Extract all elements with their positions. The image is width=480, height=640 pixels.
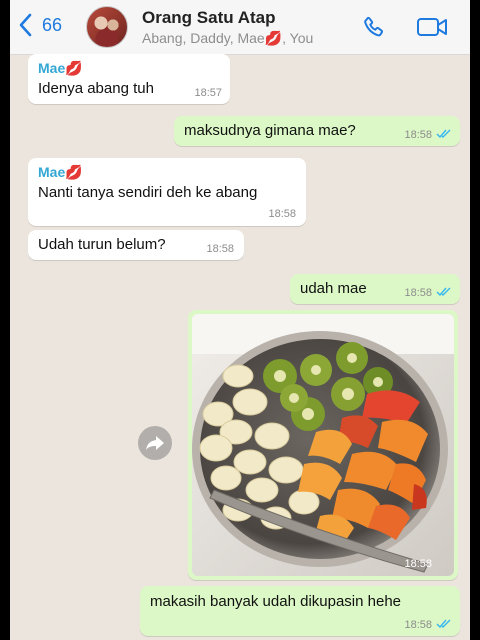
message-bubble[interactable]: Udah turun belum? 18:58 (28, 230, 244, 260)
message-bubble[interactable]: maksudnya gimana mae? 18:58 (174, 116, 460, 146)
chat-header: 66 Orang Satu Atap Abang, Daddy, Mae💋, Y… (10, 0, 470, 55)
chat-participants[interactable]: Abang, Daddy, Mae💋, You (142, 30, 313, 47)
message-bubble[interactable]: Mae💋 Nanti tanya sendiri deh ke abang 18… (28, 158, 306, 226)
message-time: 18:58 (404, 287, 432, 299)
message-text: Nanti tanya sendiri deh ke abang (38, 184, 258, 201)
message-list[interactable]: Mae💋 Idenya abang tuh 18:57 maksudnya gi… (10, 54, 470, 640)
phone-icon[interactable] (360, 14, 388, 42)
message-time: 18:58 (206, 243, 234, 255)
message-time: 18:57 (194, 87, 222, 99)
fruit-bowl-photo (192, 314, 454, 576)
message-bubble[interactable]: Mae💋 Idenya abang tuh 18:57 (28, 54, 230, 104)
double-check-icon (436, 129, 451, 139)
unread-count: 66 (42, 14, 63, 35)
message-text: maksudnya gimana mae? (184, 122, 356, 139)
sender-name: Mae💋 (38, 60, 83, 76)
photo-message[interactable]: 18:58 (188, 310, 458, 580)
message-text: Udah turun belum? (38, 236, 166, 253)
double-check-icon (436, 287, 451, 297)
double-check-icon (436, 619, 451, 629)
message-text: udah mae (300, 280, 367, 297)
forward-button[interactable] (138, 426, 172, 460)
message-time: 18:58 (268, 208, 296, 220)
message-text: Idenya abang tuh (38, 80, 154, 97)
message-time: 18:58 (404, 558, 432, 570)
message-text: makasih banyak udah dikupasin hehe (150, 593, 402, 610)
message-time: 18:58 (404, 619, 432, 631)
chat-screen: 66 Orang Satu Atap Abang, Daddy, Mae💋, Y… (10, 0, 470, 640)
forward-icon (146, 436, 164, 450)
chat-title[interactable]: Orang Satu Atap (142, 8, 276, 28)
message-bubble[interactable]: udah mae 18:58 (290, 274, 460, 304)
group-avatar[interactable] (86, 6, 128, 48)
back-button[interactable]: 66 (16, 12, 62, 38)
sender-name: Mae💋 (38, 164, 83, 180)
message-time: 18:58 (404, 129, 432, 141)
chevron-left-icon (19, 13, 32, 37)
video-camera-icon[interactable] (416, 14, 448, 40)
message-bubble[interactable]: makasih banyak udah dikupasin hehe 18:58 (140, 586, 460, 636)
